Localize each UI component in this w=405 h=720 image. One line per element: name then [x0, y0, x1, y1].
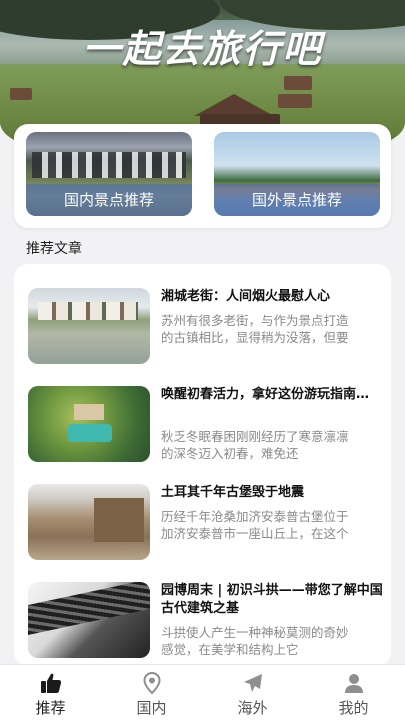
article-item[interactable]: 园博周末 | 初识斗拱——带您了解中国古代建筑之基 斗拱使人产生一种神秘莫测的奇… [14, 582, 391, 666]
article-excerpt: 秋乏冬眠春困刚刚经历了寒意凛凛的深冬迈入初春，难免还 [161, 429, 349, 461]
tab-recommend[interactable]: 推荐 [0, 665, 101, 720]
article-item[interactable]: 湘城老街：人间烟火最慰人心 苏州有很多老街，与作为景点打造的古镇相比，显得稍为没… [14, 288, 391, 386]
thumbnail-castle-wall [94, 498, 144, 542]
article-excerpt: 苏州有很多老街，与作为景点打造的古镇相比，显得稍为没落，但要搬出一两个与老街… [161, 313, 349, 348]
hero-hut [10, 88, 32, 100]
domestic-spots-button[interactable]: 国内景点推荐 [26, 132, 192, 216]
foreign-spots-button[interactable]: 国外景点推荐 [214, 132, 380, 216]
tab-label: 国内 [136, 699, 167, 717]
tab-label: 海外 [237, 699, 268, 717]
hero-hut [278, 94, 312, 108]
tab-label: 推荐 [35, 699, 66, 717]
article-thumbnail [28, 386, 150, 462]
article-item[interactable]: 土耳其千年古堡毁于地震 历经千年沧桑加济安泰普古堡位于加济安泰普市一座山丘上，在… [14, 484, 391, 582]
bottom-tab-bar: 推荐 国内 海外 我的 [0, 664, 405, 720]
foreign-spots-label: 国外景点推荐 [214, 184, 380, 216]
thumbnail-houses [38, 302, 138, 320]
article-title: 园博周末 | 初识斗拱——带您了解中国古代建筑之基 [161, 583, 383, 616]
location-pin-icon [140, 671, 164, 695]
article-title: 土耳其千年古堡毁于地震 [161, 485, 305, 500]
thumbnail-pavilion [74, 404, 104, 420]
article-thumbnail [28, 582, 150, 658]
article-item[interactable]: 唤醒初春活力，拿好这份游玩指南… 秋乏冬眠春困刚刚经历了寒意凛凛的深冬迈入初春，… [14, 386, 391, 484]
category-card: 国内景点推荐 国外景点推荐 [14, 124, 391, 228]
section-title: 推荐文章 [26, 241, 82, 257]
village-roofs [32, 152, 186, 178]
tab-mine[interactable]: 我的 [303, 665, 404, 720]
article-title: 唤醒初春活力，拿好这份游玩指南… [161, 387, 370, 402]
article-list: 湘城老街：人间烟火最慰人心 苏州有很多老街，与作为景点打造的古镇相比，显得稍为没… [14, 264, 391, 666]
user-icon [342, 671, 366, 695]
article-thumbnail [28, 484, 150, 560]
tab-label: 我的 [338, 699, 369, 717]
article-excerpt: 历经千年沧桑加济安泰普古堡位于加济安泰普市一座山丘上，在这个城市到处都能看 [161, 509, 349, 544]
tab-domestic[interactable]: 国内 [101, 665, 202, 720]
thumbs-up-icon [39, 671, 63, 695]
hero-title: 一起去旅行吧 [82, 27, 323, 71]
hero-hut [284, 76, 312, 90]
hero-roof [194, 94, 274, 116]
domestic-spots-label: 国内景点推荐 [26, 184, 192, 216]
thumbnail-pond [68, 424, 112, 442]
article-title: 湘城老街：人间烟火最慰人心 [161, 289, 331, 304]
thumbnail-bracket-eave [28, 582, 150, 635]
airplane-icon [241, 671, 265, 695]
tab-overseas[interactable]: 海外 [202, 665, 303, 720]
article-thumbnail [28, 288, 150, 364]
article-excerpt: 斗拱使人产生一种神秘莫测的奇妙感觉，在美学和结构上它 [161, 625, 349, 657]
